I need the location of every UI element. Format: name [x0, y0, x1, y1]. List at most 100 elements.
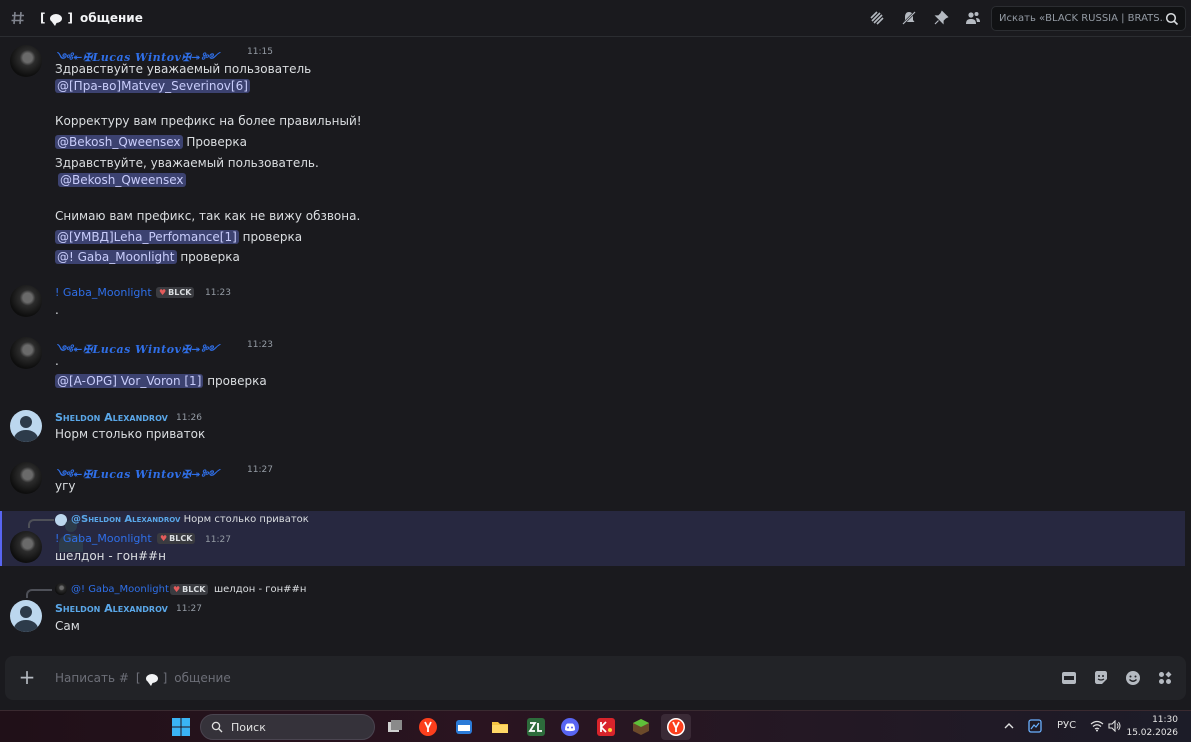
- message[interactable]: ༺↞✠𝑳𝒖𝒄𝒂𝒔 𝑾𝒊𝒏𝒕𝒐𝒗✠↠༻ 11:27 угу: [0, 459, 1185, 499]
- task-view-icon[interactable]: [385, 717, 405, 737]
- threads-icon[interactable]: [868, 9, 886, 27]
- message-text: Проверка: [186, 135, 247, 149]
- clock-time: 11:30: [1152, 715, 1178, 725]
- message[interactable]: @! Gaba_Moonlight ♥ BLCK шелдон - гон##н …: [0, 580, 1185, 640]
- reply-avatar: [55, 514, 83, 552]
- taskbar-search-label: Поиск: [231, 720, 266, 734]
- message-text: Сам: [55, 619, 80, 633]
- author-name[interactable]: ༺↞✠𝑳𝒖𝒄𝒂𝒔 𝑾𝒊𝒏𝒕𝒐𝒗✠↠༻: [55, 337, 219, 368]
- composer-bracket-open: [: [135, 671, 141, 685]
- timestamp: 11:15: [247, 47, 273, 57]
- system-clock[interactable]: 11:30 15.02.2026: [1126, 714, 1178, 740]
- avatar[interactable]: [10, 600, 42, 632]
- emoji-icon[interactable]: [1124, 669, 1142, 687]
- message-text: шелдон - гон##н: [55, 549, 166, 563]
- author-name[interactable]: ༺↞✠𝑳𝒖𝒄𝒂𝒔 𝑾𝒊𝒏𝒕𝒐𝒗✠↠༻: [55, 462, 219, 493]
- reply-preview[interactable]: @Sheldon Alexandrov Норм столько привато…: [71, 514, 309, 525]
- mention[interactable]: @[A-OPG] Vor_Voron [1]: [55, 374, 204, 388]
- role-tag: ♥ BLCK: [157, 533, 196, 544]
- message-text: Корректуру вам префикс на более правильн…: [55, 114, 362, 128]
- author-name[interactable]: ! Gaba_Moonlight: [55, 286, 152, 299]
- mention[interactable]: @! Gaba_Moonlight: [55, 250, 177, 264]
- message[interactable]: Sheldon Alexandrov 11:26 Норм столько пр…: [0, 407, 1185, 447]
- reply-text: шелдон - гон##н: [214, 584, 307, 595]
- channel-name: общение: [79, 11, 143, 25]
- speech-bubble-icon: [50, 13, 63, 26]
- message-text: проверка: [180, 250, 240, 264]
- message-input[interactable]: Написать # [ ] общение: [55, 671, 231, 686]
- message-text: Снимаю вам префикс, так как не вижу обзв…: [55, 209, 361, 223]
- message-text: Норм столько приваток: [55, 427, 206, 441]
- language-indicator[interactable]: РУС: [1057, 720, 1076, 731]
- author-name[interactable]: Sheldon Alexandrov: [55, 602, 168, 615]
- os-taskbar: Поиск РУС 11:30 15.02.2026: [0, 710, 1191, 742]
- game-launcher-icon[interactable]: [596, 717, 616, 737]
- message-text: Здравствуйте уважаемый пользователь: [55, 62, 312, 76]
- message[interactable]: @Sheldon Alexandrov Норм столько привато…: [0, 511, 1185, 566]
- timestamp: 11:23: [205, 288, 231, 298]
- composer-placeholder-prefix: Написать #: [55, 671, 129, 685]
- sticker-icon[interactable]: [1092, 669, 1110, 687]
- speech-bubble-icon: [145, 673, 158, 686]
- notifications-muted-icon[interactable]: [900, 9, 918, 27]
- reply-connector: [26, 589, 52, 598]
- search-placeholder: Искать «BLACK RUSSIA | BRATS...: [999, 13, 1164, 24]
- avatar[interactable]: [10, 410, 42, 442]
- calendar-app-icon[interactable]: [454, 717, 474, 737]
- member-list-icon[interactable]: [964, 9, 982, 27]
- author-name[interactable]: Sheldon Alexandrov: [55, 411, 168, 424]
- avatar[interactable]: [10, 45, 42, 77]
- channel-header: [ ] общение Искать «BLACK RUSSIA | BRATS…: [0, 0, 1191, 37]
- message-composer[interactable]: + Написать # [ ] общение: [5, 656, 1186, 700]
- file-explorer-icon[interactable]: [490, 717, 510, 737]
- avatar[interactable]: [10, 285, 42, 317]
- timestamp: 11:26: [176, 413, 202, 423]
- search-input[interactable]: Искать «BLACK RUSSIA | BRATS...: [991, 6, 1186, 31]
- reply-avatar: [55, 583, 67, 595]
- tray-chevron-up-icon[interactable]: [1003, 720, 1015, 735]
- taskbar-search[interactable]: Поиск: [200, 714, 375, 740]
- windows-start-icon[interactable]: [171, 717, 191, 737]
- role-tag: ♥ BLCK: [170, 584, 209, 595]
- author-name[interactable]: ! Gaba_Moonlight: [55, 532, 152, 545]
- avatar[interactable]: [10, 462, 42, 494]
- message-line: @[УМВД]Leha_Perfomance[1] проверка: [55, 230, 302, 244]
- message[interactable]: ༺↞✠𝑳𝒖𝒄𝒂𝒔 𝑾𝒊𝒏𝒕𝒐𝒗✠↠༻ 11:23 . @[A-OPG] Vor_…: [0, 334, 1185, 394]
- timestamp: 11:27: [176, 604, 202, 614]
- yandex-browser-icon[interactable]: [418, 717, 438, 737]
- message[interactable]: ! Gaba_Moonlight ♥ BLCK 11:23 .: [0, 282, 1185, 322]
- message[interactable]: ༺↞✠𝑳𝒖𝒄𝒂𝒔 𝑾𝒊𝒏𝒕𝒐𝒗✠↠༻ 11:15 Здравствуйте ув…: [0, 43, 1185, 273]
- heart-icon: ♥: [159, 288, 167, 297]
- gif-icon[interactable]: [1060, 669, 1078, 687]
- minecraft-icon[interactable]: [631, 717, 651, 737]
- mention[interactable]: @[Пра-во]Matvey_Severinov[6]: [55, 79, 250, 93]
- add-attachment-button[interactable]: +: [18, 667, 36, 687]
- mention[interactable]: @[УМВД]Leha_Perfomance[1]: [55, 230, 239, 244]
- discord-icon[interactable]: [560, 717, 580, 737]
- message-text: .: [55, 354, 59, 368]
- reply-author[interactable]: @! Gaba_Moonlight: [71, 584, 169, 595]
- heart-icon: ♥: [173, 585, 181, 594]
- message-text: угу: [55, 479, 76, 493]
- pin-icon[interactable]: [932, 9, 950, 27]
- avatar[interactable]: [10, 531, 42, 563]
- composer-placeholder-channel: общение: [174, 671, 231, 685]
- clock-date: 15.02.2026: [1126, 728, 1178, 738]
- avatar[interactable]: [10, 337, 42, 369]
- zl-app-icon[interactable]: [526, 717, 546, 737]
- channel-title: [ ] общение: [40, 11, 143, 26]
- mention[interactable]: @Bekosh_Qweensex: [55, 135, 183, 149]
- mention[interactable]: @Bekosh_Qweensex: [58, 173, 186, 187]
- message-text: .: [55, 303, 59, 317]
- reply-preview[interactable]: @! Gaba_Moonlight: [71, 584, 169, 595]
- channel-bracket-open: [: [40, 11, 46, 25]
- volume-icon[interactable]: [1108, 719, 1122, 735]
- yandex-active-icon[interactable]: [661, 714, 691, 740]
- apps-icon[interactable]: [1156, 669, 1174, 687]
- reply-author[interactable]: @Sheldon Alexandrov: [71, 514, 180, 525]
- heart-icon: ♥: [160, 534, 168, 543]
- message-list[interactable]: ༺↞✠𝑳𝒖𝒄𝒂𝒔 𝑾𝒊𝒏𝒕𝒐𝒗✠↠༻ 11:15 Здравствуйте ув…: [0, 37, 1191, 655]
- message-line: @[Пра-во]Matvey_Severinov[6]: [55, 79, 250, 93]
- tray-app-icon[interactable]: [1028, 719, 1042, 736]
- wifi-icon[interactable]: [1090, 720, 1104, 735]
